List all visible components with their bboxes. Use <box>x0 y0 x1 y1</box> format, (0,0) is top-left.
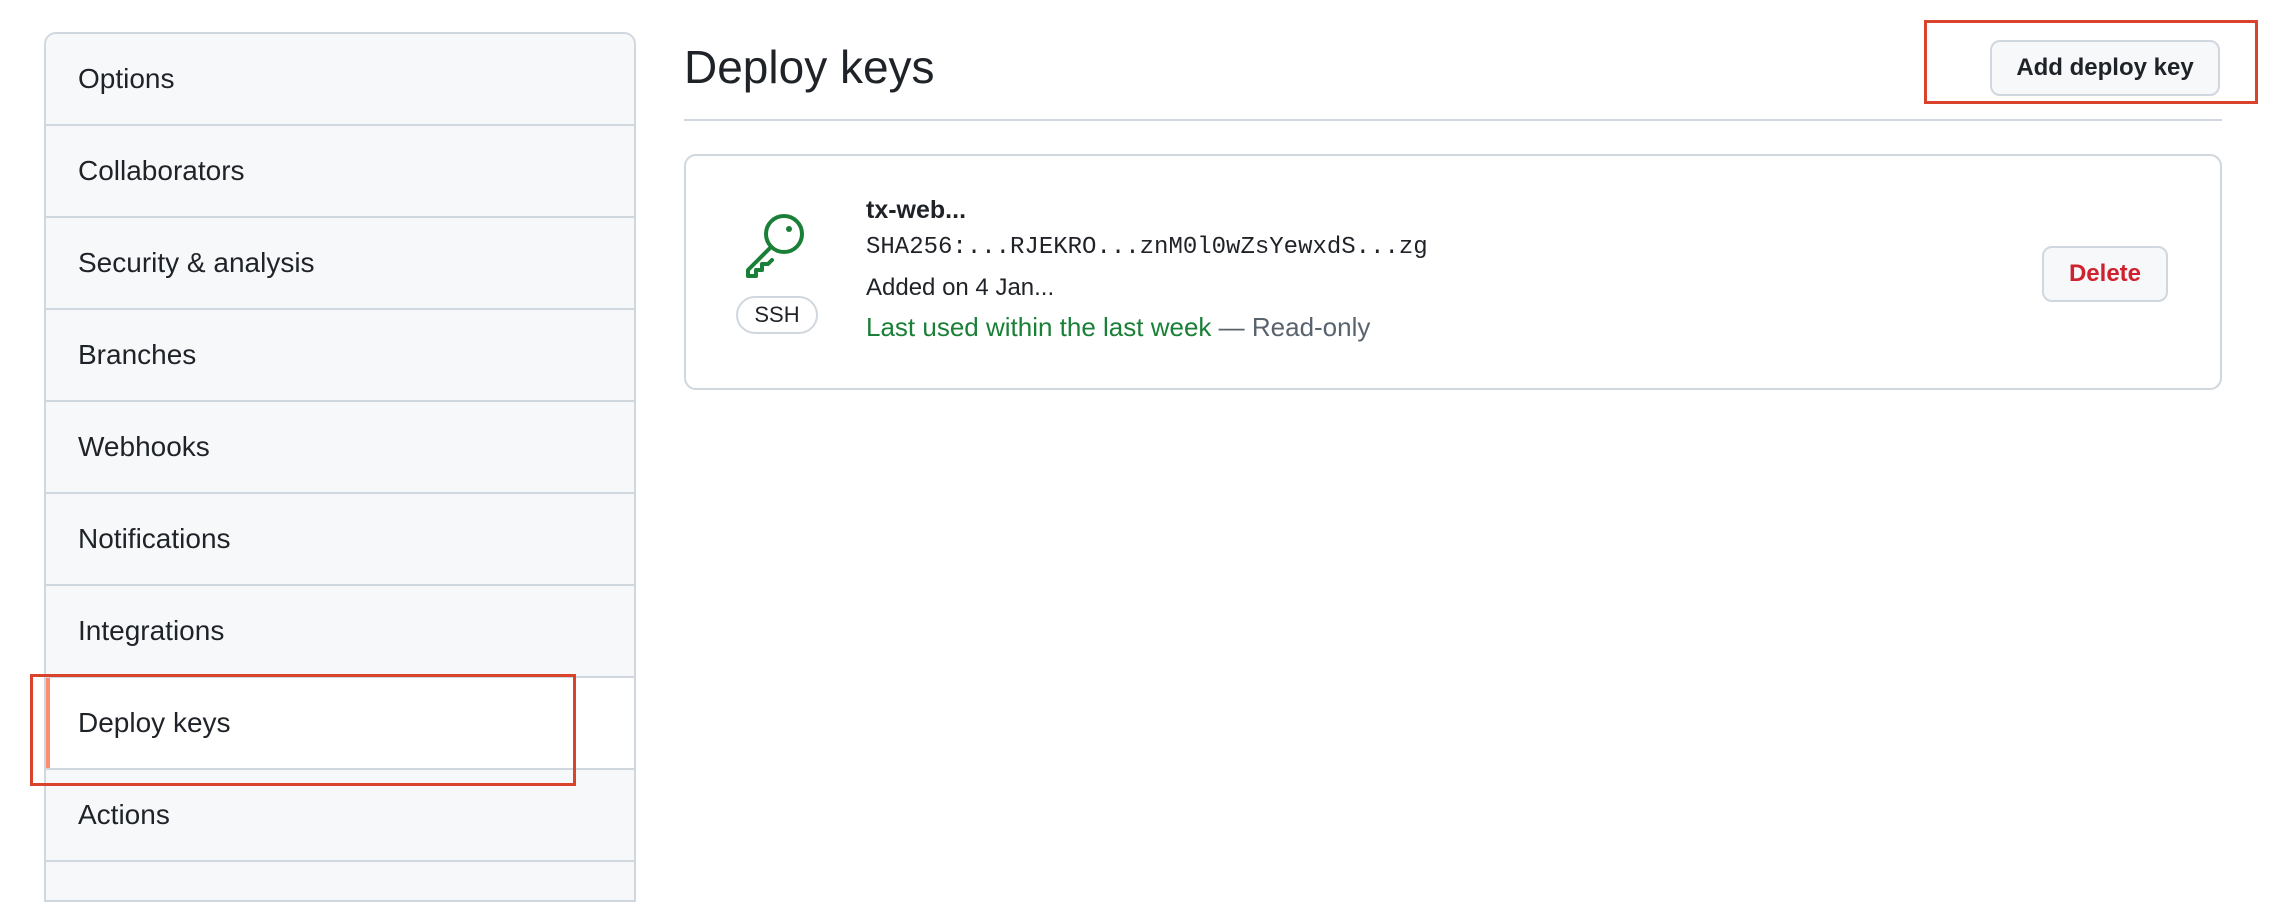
sidebar-item-webhooks[interactable]: Webhooks <box>46 402 634 494</box>
key-last-used: Last used within the last week — Read-on… <box>866 310 1428 343</box>
sidebar-item-notifications[interactable]: Notifications <box>46 494 634 586</box>
sidebar-item-collaborators[interactable]: Collaborators <box>46 126 634 218</box>
title-divider <box>684 119 2222 121</box>
page-title: Deploy keys <box>684 41 935 93</box>
sidebar-item-label: Webhooks <box>78 431 210 462</box>
sidebar-item-security-analysis[interactable]: Security & analysis <box>46 218 634 310</box>
sidebar-item-label: Actions <box>78 799 170 830</box>
sidebar-item-label: Notifications <box>78 523 231 554</box>
key-added-date: Added on 4 Jan... <box>866 274 1055 301</box>
sidebar-item-options[interactable]: Options <box>46 34 634 126</box>
sidebar-item-integrations[interactable]: Integrations <box>46 586 634 678</box>
sidebar-item-actions[interactable]: Actions <box>46 770 634 862</box>
sidebar-item-label: Deploy keys <box>78 707 231 738</box>
sidebar-item-label: Branches <box>78 339 197 370</box>
key-type-badge: SSH <box>736 296 818 334</box>
sidebar-item-label: Options <box>78 63 175 94</box>
delete-key-button[interactable]: Delete <box>2042 246 2168 302</box>
key-title: tx-web... <box>866 196 967 224</box>
sidebar-item-label: Collaborators <box>78 155 245 186</box>
deploy-key-card: SSH tx-web... SHA256:...RJEKRO...znM0l0w… <box>684 154 2222 390</box>
sidebar-item-label: Integrations <box>78 615 225 646</box>
key-access-level: — Read-only <box>1211 312 1371 342</box>
key-last-used-text: Last used within the last week <box>866 312 1212 342</box>
sidebar-item-label: Security & analysis <box>78 247 315 278</box>
key-icon <box>738 208 810 280</box>
settings-sidebar: Options Collaborators Security & analysi… <box>44 32 636 902</box>
add-deploy-key-button[interactable]: Add deploy key <box>1990 40 2220 96</box>
sidebar-item-branches[interactable]: Branches <box>46 310 634 402</box>
sidebar-item-deploy-keys[interactable]: Deploy keys <box>46 678 634 770</box>
key-fingerprint: SHA256:...RJEKRO...znM0l0wZsYewxdS...zg <box>866 234 1428 261</box>
key-details: tx-web... SHA256:...RJEKRO...znM0l0wZsYe… <box>866 196 1428 343</box>
